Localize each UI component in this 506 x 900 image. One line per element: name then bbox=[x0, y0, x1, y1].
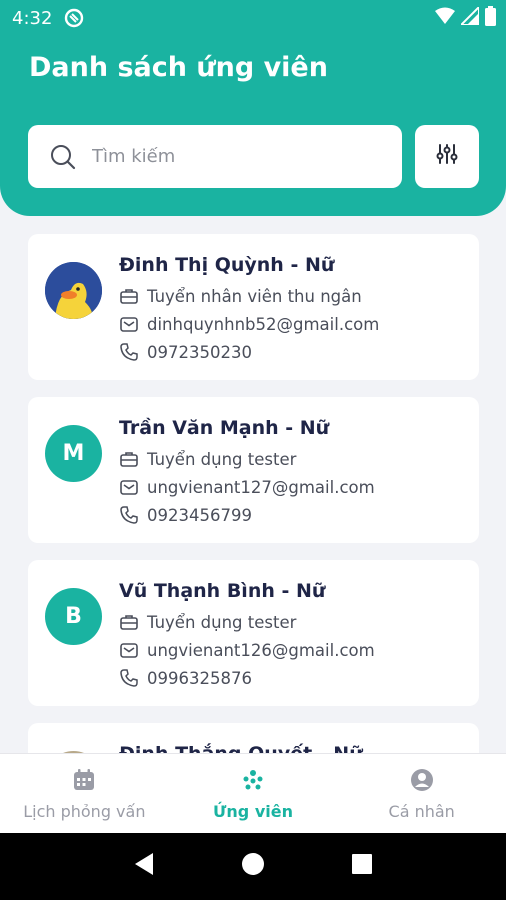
email-row: ungvienant127@gmail.com bbox=[119, 477, 375, 497]
phone-icon bbox=[119, 505, 139, 525]
wifi-icon bbox=[435, 7, 455, 24]
nav-label: Lịch phỏng vấn bbox=[23, 802, 146, 821]
people-icon bbox=[242, 766, 264, 794]
email-text: dinhquynhnb52@gmail.com bbox=[147, 314, 380, 334]
filter-sliders-icon bbox=[436, 143, 458, 170]
app-notification-icon bbox=[63, 7, 85, 34]
email-text: ungvienant126@gmail.com bbox=[147, 640, 375, 660]
candidate-name: Trần Văn Mạnh - Nữ bbox=[119, 417, 330, 439]
system-status-icons bbox=[435, 6, 496, 26]
phone-row: 0972350230 bbox=[119, 342, 252, 362]
avatar: B bbox=[45, 588, 102, 645]
briefcase-icon bbox=[119, 612, 139, 632]
calendar-icon bbox=[73, 766, 95, 794]
candidate-card[interactable]: B Vũ Thạnh Bình - Nữ Tuyển dụng tester u… bbox=[28, 560, 479, 706]
mail-icon bbox=[119, 314, 139, 334]
phone-icon bbox=[119, 668, 139, 688]
mail-icon bbox=[119, 640, 139, 660]
candidate-card[interactable]: Đinh Thị Quỳnh - Nữ Tuyển nhân viên thu … bbox=[28, 234, 479, 380]
status-time: 4:32 bbox=[12, 8, 53, 29]
candidate-card[interactable]: M Trần Văn Mạnh - Nữ Tuyển dụng tester u… bbox=[28, 397, 479, 543]
email-row: ungvienant126@gmail.com bbox=[119, 640, 375, 660]
battery-icon bbox=[485, 6, 496, 26]
search-icon bbox=[50, 144, 76, 170]
search-input[interactable] bbox=[92, 146, 352, 167]
header: 4:32 Danh sách ứng viên bbox=[0, 0, 506, 216]
candidate-name: Vũ Thạnh Bình - Nữ bbox=[119, 580, 326, 602]
nav-label: Cá nhân bbox=[388, 802, 455, 821]
bottom-navigation: Lịch phỏng vấn Ứng viên Cá nhân bbox=[0, 753, 506, 833]
phone-row: 0923456799 bbox=[119, 505, 252, 525]
candidate-card[interactable]: Đinh Thắng Quyết - Nữ bbox=[28, 723, 479, 753]
job-row: Tuyển nhân viên thu ngân bbox=[119, 286, 362, 306]
profile-icon bbox=[410, 766, 434, 794]
briefcase-icon bbox=[119, 449, 139, 469]
job-row: Tuyển dụng tester bbox=[119, 449, 296, 469]
signal-icon bbox=[461, 7, 479, 25]
home-icon[interactable] bbox=[241, 852, 265, 881]
candidate-name: Đinh Thị Quỳnh - Nữ bbox=[119, 254, 335, 276]
nav-label: Ứng viên bbox=[213, 802, 293, 821]
phone-text: 0996325876 bbox=[147, 668, 252, 688]
mail-icon bbox=[119, 477, 139, 497]
email-row: dinhquynhnb52@gmail.com bbox=[119, 314, 379, 334]
email-text: ungvienant127@gmail.com bbox=[147, 477, 375, 497]
job-title: Tuyển dụng tester bbox=[147, 449, 297, 469]
phone-text: 0923456799 bbox=[147, 505, 252, 525]
candidate-list[interactable]: Đinh Thị Quỳnh - Nữ Tuyển nhân viên thu … bbox=[0, 234, 506, 753]
avatar bbox=[45, 262, 102, 319]
job-title: Tuyển dụng tester bbox=[147, 612, 297, 632]
candidate-name: Đinh Thắng Quyết - Nữ bbox=[119, 743, 363, 753]
status-bar: 4:32 bbox=[0, 0, 506, 36]
page-title: Danh sách ứng viên bbox=[29, 52, 328, 83]
nav-candidates[interactable]: Ứng viên bbox=[169, 754, 338, 833]
phone-row: 0996325876 bbox=[119, 668, 252, 688]
system-navigation-bar bbox=[0, 833, 506, 900]
search-box[interactable] bbox=[28, 125, 402, 188]
nav-profile[interactable]: Cá nhân bbox=[337, 754, 506, 833]
phone-text: 0972350230 bbox=[147, 342, 252, 362]
nav-interview-schedule[interactable]: Lịch phỏng vấn bbox=[0, 754, 169, 833]
phone-icon bbox=[119, 342, 139, 362]
filter-button[interactable] bbox=[415, 125, 479, 188]
job-title: Tuyển nhân viên thu ngân bbox=[147, 286, 362, 306]
avatar: M bbox=[45, 425, 102, 482]
recents-icon[interactable] bbox=[351, 853, 373, 880]
back-icon[interactable] bbox=[133, 852, 155, 881]
briefcase-icon bbox=[119, 286, 139, 306]
job-row: Tuyển dụng tester bbox=[119, 612, 296, 632]
